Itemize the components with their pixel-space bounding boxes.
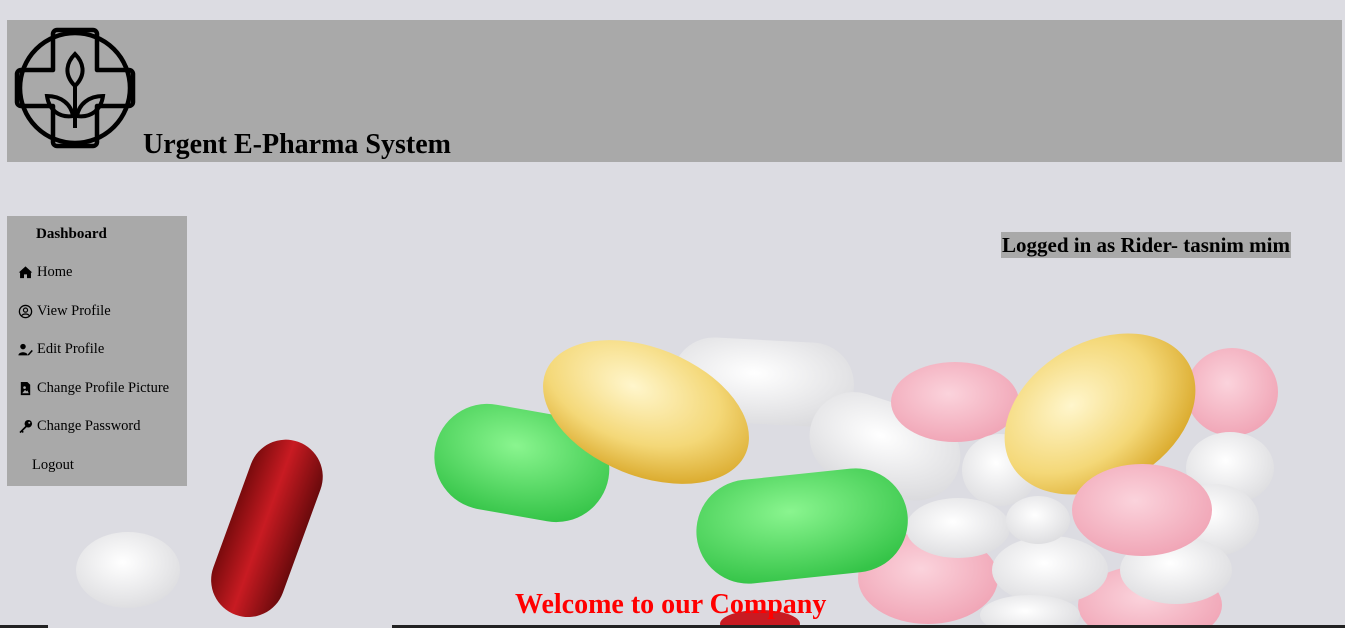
user-edit-icon <box>18 343 33 356</box>
user-circle-icon <box>18 304 33 319</box>
welcome-heading: Welcome to our Company <box>515 589 827 620</box>
home-icon <box>18 266 33 279</box>
sidebar-item-label: Logout <box>32 457 74 473</box>
sidebar-title: Dashboard <box>36 226 107 242</box>
site-header: Urgent E-Pharma System <box>7 20 1342 162</box>
sidebar-item-change-password[interactable]: Change Password <box>18 418 141 435</box>
pharmacy-cross-leaf-icon <box>14 27 136 149</box>
sidebar-item-label: Home <box>37 264 73 280</box>
logged-in-status: Logged in as Rider- tasnim mim <box>1001 232 1291 258</box>
file-image-icon <box>20 381 31 396</box>
sidebar-item-edit-profile[interactable]: Edit Profile <box>18 341 104 358</box>
sidebar-item-home[interactable]: Home <box>18 264 72 281</box>
sidebar-item-change-profile-picture[interactable]: Change Profile Picture <box>18 380 169 397</box>
sidebar-item-label: View Profile <box>37 303 111 319</box>
sidebar-item-label: Edit Profile <box>37 341 105 357</box>
sidebar-item-view-profile[interactable]: View Profile <box>18 303 111 320</box>
key-icon <box>19 419 33 434</box>
dashboard-sidebar: Dashboard Home View Profile Edit Profile… <box>7 216 187 486</box>
sidebar-item-label: Change Password <box>37 418 141 434</box>
site-title: Urgent E-Pharma System <box>143 129 451 160</box>
sidebar-item-label: Change Profile Picture <box>37 380 170 396</box>
sidebar-item-logout[interactable]: Logout <box>32 457 74 474</box>
